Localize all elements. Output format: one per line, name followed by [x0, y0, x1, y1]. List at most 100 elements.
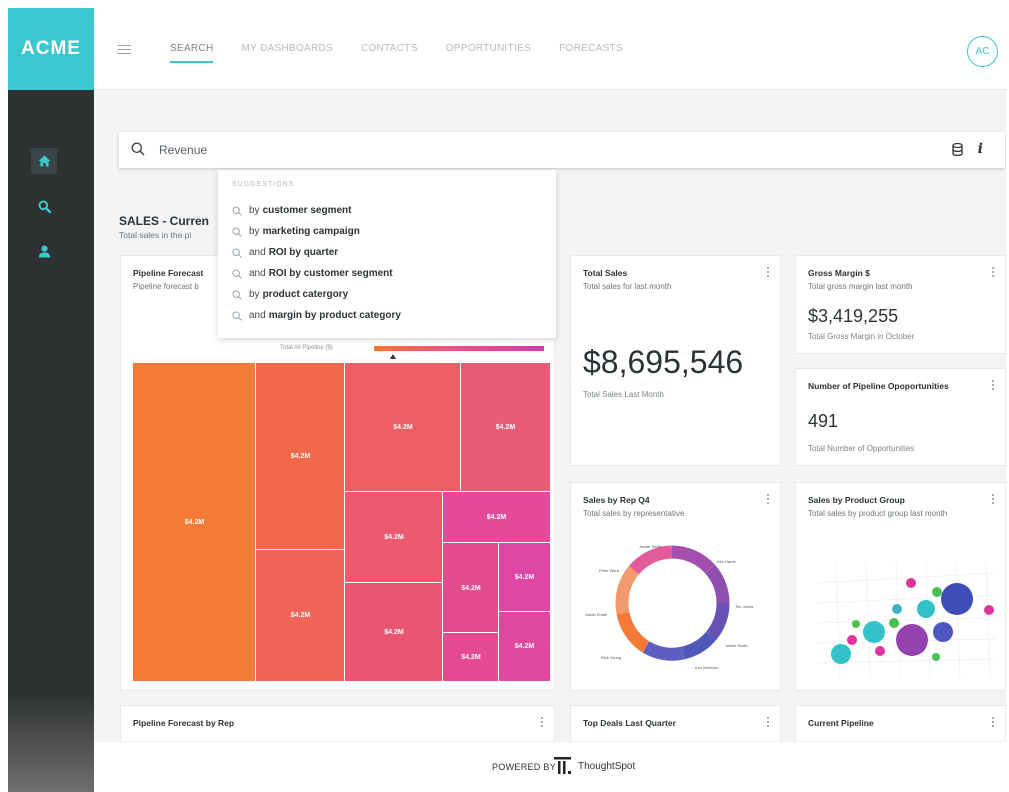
treemap-cell[interactable]: $4.2M — [344, 491, 444, 584]
gross-margin-caption: Total Gross Margin in October — [808, 332, 915, 341]
powered-by-footer: POWERED BY ThoughtSpot — [94, 742, 1006, 792]
more-options-icon[interactable] — [992, 717, 995, 729]
more-options-icon[interactable] — [767, 717, 770, 729]
suggestion-item[interactable]: and ROI by customer segment — [232, 263, 401, 284]
rep-label: Ken Breedon — [695, 665, 718, 670]
total-sales-card[interactable]: Total Sales Total sales for last month $… — [571, 256, 780, 465]
card-subtitle: Total sales by representative — [583, 509, 685, 518]
card-title: Top Deals Last Quarter — [583, 718, 676, 728]
bubble — [892, 604, 902, 614]
more-options-icon[interactable] — [992, 380, 995, 392]
suggestion-item[interactable]: by product catergory — [232, 284, 401, 305]
pipeline-treemap: $4.2M $4.2M $4.2M $4.2M $4.2M $4.2M $4.2… — [132, 362, 551, 682]
more-options-icon[interactable] — [767, 267, 770, 279]
more-options-icon[interactable] — [541, 717, 544, 729]
bubble — [932, 653, 940, 661]
treemap-cell[interactable]: $4.2M — [442, 491, 551, 544]
suggestion-keyword: ROI by customer segment — [268, 268, 393, 279]
more-options-icon[interactable] — [992, 267, 995, 279]
search-input[interactable]: Revenue — [159, 143, 207, 157]
card-title: Total Sales — [583, 268, 628, 278]
sales-by-product-bubble-chart — [815, 562, 997, 679]
more-options-icon[interactable] — [992, 494, 995, 506]
treemap-cell[interactable]: $4.2M — [442, 542, 500, 634]
card-title: Number of Pipeline Opoportunities — [808, 381, 949, 391]
more-options-icon[interactable] — [767, 494, 770, 506]
treemap-cell[interactable]: $4.2M — [132, 362, 257, 682]
donut-segment — [616, 611, 650, 653]
brand-name: ThoughtSpot — [578, 761, 636, 772]
database-icon[interactable] — [952, 143, 963, 156]
suggestion-item[interactable]: and margin by product category — [232, 305, 401, 326]
hamburger-menu-icon[interactable] — [118, 45, 131, 57]
suggestion-prefix: by — [249, 226, 260, 237]
section-title: SALES - Curren — [119, 214, 210, 228]
suggestions-dropdown: SUGGESTIONS by customer segment by marketi… — [218, 170, 556, 338]
suggestion-prefix: by — [249, 289, 260, 300]
card-title: Pipeline Forecast by Rep — [133, 718, 235, 728]
rep-label: Jackie Smith — [725, 643, 748, 648]
card-subtitle: Total sales by product group last month — [808, 509, 948, 518]
suggestion-keyword: customer segment — [262, 205, 352, 216]
donut-segment — [629, 545, 673, 575]
card-subtitle: Total sales for last month — [583, 282, 672, 291]
donut-segment — [704, 564, 730, 604]
user-avatar[interactable]: AC — [967, 36, 998, 67]
main-nav: SEARCH MY DASHBOARDS CONTACTS OPPORTUNIT… — [170, 43, 651, 63]
pipeline-opportunities-card[interactable]: Number of Pipeline Opoportunities 491 To… — [796, 369, 1005, 465]
card-title: Sales by Rep Q4 — [583, 495, 650, 505]
section-subtitle: Total sales in the pi — [119, 230, 192, 240]
nav-opportunities[interactable]: OPPORTUNITIES — [446, 43, 531, 54]
gross-margin-value: $3,419,255 — [808, 306, 899, 326]
treemap-cell[interactable]: $4.2M — [460, 362, 551, 493]
info-icon[interactable]: i — [978, 141, 983, 157]
suggestion-item[interactable]: and ROI by quarter — [232, 242, 401, 263]
treemap-cell[interactable]: $4.2M — [344, 362, 462, 493]
sidebar-home-button[interactable] — [31, 148, 57, 174]
nav-forecasts[interactable]: FORECASTS — [559, 43, 623, 54]
sales-by-rep-donut: Jackie Smith Kim Harris Tim Jones Jackie… — [585, 544, 753, 670]
suggestion-keyword: marketing campaign — [262, 226, 360, 237]
card-title: Gross Margin $ — [808, 268, 870, 278]
bubble — [917, 600, 935, 618]
search-icon — [38, 200, 51, 213]
suggestion-keyword: margin by product category — [268, 310, 401, 321]
rep-label: Tim Jones — [735, 604, 753, 609]
treemap-cell[interactable]: $4.2M — [442, 632, 500, 682]
gross-margin-card[interactable]: Gross Margin $ Total gross margin last m… — [796, 256, 1005, 353]
card-subtitle: Pipeline forecast b — [133, 282, 199, 291]
treemap-cell[interactable]: $4.2M — [498, 611, 551, 682]
nav-contacts[interactable]: CONTACTS — [361, 43, 418, 54]
donut-segment — [671, 545, 715, 574]
sales-by-product-card[interactable]: Sales by Product Group Total sales by pr… — [796, 483, 1005, 690]
sales-by-rep-card[interactable]: Sales by Rep Q4 Total sales by represent… — [571, 483, 780, 690]
pipeline-opportunities-value: 491 — [808, 411, 839, 431]
nav-search[interactable]: SEARCH — [170, 43, 214, 63]
search-bar[interactable]: Revenue i — [119, 132, 1005, 168]
suggestion-prefix: and — [249, 310, 266, 321]
treemap-cell[interactable]: $4.2M — [344, 582, 444, 682]
pipeline-opportunities-caption: Total Number of Opportunities — [808, 444, 915, 453]
bubble — [831, 644, 851, 664]
home-icon — [38, 155, 50, 167]
suggestion-item[interactable]: by marketing campaign — [232, 221, 401, 242]
bubble — [984, 605, 994, 615]
suggestions-title: SUGGESTIONS — [232, 181, 295, 188]
bubble — [863, 621, 885, 643]
top-navigation-bar: SEARCH MY DASHBOARDS CONTACTS OPPORTUNIT… — [94, 8, 1006, 90]
bubble — [875, 646, 885, 656]
sidebar-search-button[interactable] — [31, 193, 57, 219]
search-icon — [232, 268, 242, 279]
donut-segment — [615, 565, 640, 615]
app-logo[interactable]: ACME — [8, 8, 94, 90]
treemap-cell[interactable]: $4.2M — [255, 362, 346, 551]
card-title: Current Pipeline — [808, 718, 874, 728]
nav-my-dashboards[interactable]: MY DASHBOARDS — [241, 43, 333, 54]
suggestion-item[interactable]: by customer segment — [232, 200, 401, 221]
bubble — [941, 583, 973, 615]
legend-marker-icon — [390, 354, 396, 359]
total-sales-value: $8,695,546 — [583, 344, 744, 380]
treemap-cell[interactable]: $4.2M — [498, 542, 551, 613]
sidebar-user-button[interactable] — [31, 238, 57, 264]
treemap-cell[interactable]: $4.2M — [255, 549, 346, 682]
